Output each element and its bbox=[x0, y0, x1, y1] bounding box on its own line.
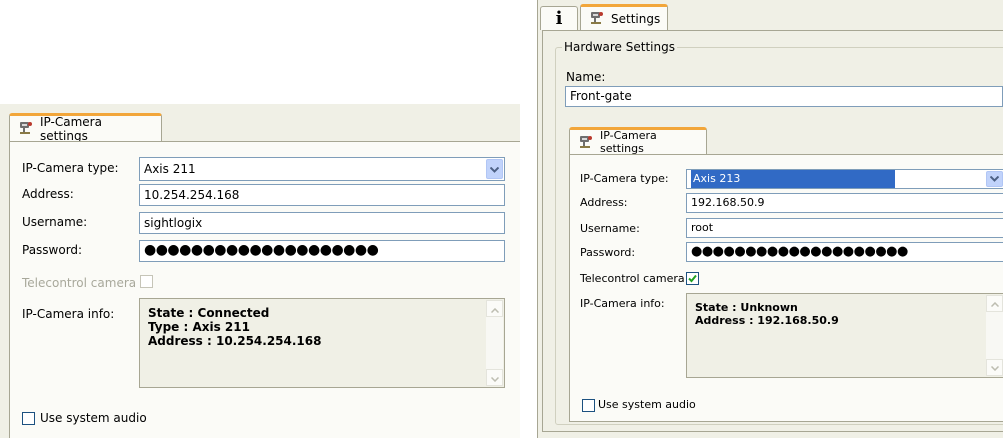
username-label: Username: bbox=[22, 215, 88, 229]
ip-camera-type-label: IP-Camera type: bbox=[22, 161, 119, 175]
info-line-state: State : Unknown bbox=[695, 301, 798, 314]
ip-camera-info-box: State : Connected Type : Axis 211 Addres… bbox=[139, 298, 505, 388]
username-label: Username: bbox=[580, 222, 640, 235]
use-system-audio-label[interactable]: Use system audio bbox=[598, 398, 696, 411]
chevron-down-icon bbox=[490, 371, 499, 385]
telecontrol-camera-checkbox[interactable] bbox=[686, 272, 699, 285]
telecontrol-camera-label: Telecontrol camera bbox=[580, 272, 685, 285]
password-label: Password: bbox=[22, 243, 83, 257]
tab-label: IP-Camera settings bbox=[40, 114, 102, 143]
name-input[interactable]: Front-gate bbox=[565, 86, 1003, 107]
checkmark-icon bbox=[688, 272, 697, 286]
telecontrol-camera-checkbox[interactable] bbox=[140, 275, 153, 288]
tab-ip-camera-settings[interactable]: IP-Camera settings bbox=[9, 113, 162, 143]
info-line-type: Type : Axis 211 bbox=[148, 320, 250, 334]
info-scrollbar[interactable] bbox=[486, 300, 503, 386]
camera-icon bbox=[578, 133, 594, 152]
info-line-address: Address : 192.168.50.9 bbox=[695, 314, 839, 327]
address-input[interactable]: 10.254.254.168 bbox=[139, 184, 505, 206]
ip-camera-type-select[interactable]: Axis 213 bbox=[686, 169, 1003, 189]
name-label: Name: bbox=[566, 70, 606, 84]
hardware-settings-title: Hardware Settings bbox=[562, 40, 677, 54]
scroll-up-button[interactable] bbox=[486, 300, 503, 317]
password-label: Password: bbox=[580, 246, 636, 259]
scroll-up-button[interactable] bbox=[986, 295, 1003, 312]
info-icon: i bbox=[555, 7, 563, 29]
username-input[interactable]: sightlogix bbox=[139, 212, 505, 234]
use-system-audio-checkbox[interactable] bbox=[582, 399, 595, 412]
address-label: Address: bbox=[580, 196, 628, 209]
ip-camera-type-value: Axis 213 bbox=[691, 170, 895, 188]
ip-camera-info-label: IP-Camera info: bbox=[22, 307, 115, 321]
dropdown-button[interactable] bbox=[986, 171, 1003, 187]
chevron-up-icon bbox=[990, 297, 999, 310]
tab-ip-camera-settings[interactable]: IP-Camera settings bbox=[569, 127, 707, 155]
ip-camera-type-label: IP-Camera type: bbox=[580, 172, 669, 185]
dropdown-button[interactable] bbox=[486, 159, 503, 179]
camera-icon bbox=[18, 119, 34, 138]
ip-camera-info-box: State : Unknown Address : 192.168.50.9 bbox=[686, 293, 1003, 378]
chevron-up-icon bbox=[490, 302, 499, 316]
info-line-address: Address : 10.254.254.168 bbox=[148, 334, 322, 348]
ip-camera-info-label: IP-Camera info: bbox=[580, 297, 665, 310]
info-line-state: State : Connected bbox=[148, 306, 270, 320]
tab-label: Settings bbox=[611, 11, 661, 26]
telecontrol-camera-label: Telecontrol camera bbox=[22, 276, 137, 290]
ip-camera-type-value: Axis 211 bbox=[144, 162, 196, 176]
username-input[interactable]: root bbox=[686, 218, 1003, 238]
use-system-audio-checkbox[interactable] bbox=[22, 412, 35, 425]
tab-label: IP-Camera settings bbox=[600, 129, 657, 155]
address-label: Address: bbox=[22, 187, 74, 201]
chevron-down-icon bbox=[489, 158, 500, 180]
address-input[interactable]: 192.168.50.9 bbox=[686, 193, 1003, 213]
chevron-down-icon bbox=[990, 361, 999, 374]
use-system-audio-label[interactable]: Use system audio bbox=[40, 411, 147, 425]
camera-icon bbox=[589, 9, 605, 28]
chevron-down-icon bbox=[989, 170, 1000, 188]
tab-settings[interactable]: Settings bbox=[580, 4, 668, 30]
password-input[interactable]: ●●●●●●●●●●●●●●●●●●●● bbox=[139, 240, 505, 262]
ip-camera-type-select[interactable]: Axis 211 bbox=[139, 157, 505, 181]
info-scrollbar[interactable] bbox=[986, 295, 1003, 376]
scroll-down-button[interactable] bbox=[486, 369, 503, 386]
password-input[interactable]: ●●●●●●●●●●●●●●●●●●●● bbox=[686, 242, 1003, 262]
scroll-down-button[interactable] bbox=[986, 359, 1003, 376]
tab-info[interactable]: i bbox=[540, 6, 578, 30]
